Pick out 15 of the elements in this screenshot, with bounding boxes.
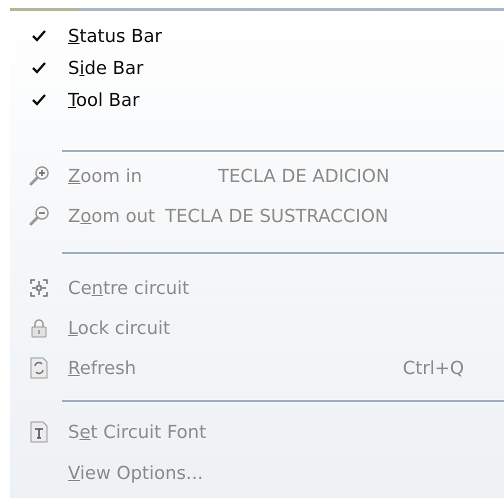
shortcut-label: Ctrl+Q [402, 358, 464, 378]
shortcut-label: TECLA DE ADICION [218, 166, 390, 186]
centre-icon [29, 278, 49, 298]
zoom-out-icon [28, 205, 50, 227]
menu-item[interactable]: Status Bar [68, 26, 162, 46]
lock-icon [29, 318, 49, 338]
zoom-in-icon [28, 165, 50, 187]
checkmark-icon [32, 30, 46, 42]
refresh-document-icon [29, 357, 49, 379]
font-document-icon [29, 421, 49, 443]
shortcut-label: TECLA DE SUSTRACCION [165, 206, 388, 226]
menu-item[interactable]: Side Bar [68, 58, 144, 78]
checkmark-icon [32, 94, 46, 106]
menu-item[interactable]: Tool Bar [68, 90, 140, 110]
checkmark-icon [32, 62, 46, 74]
